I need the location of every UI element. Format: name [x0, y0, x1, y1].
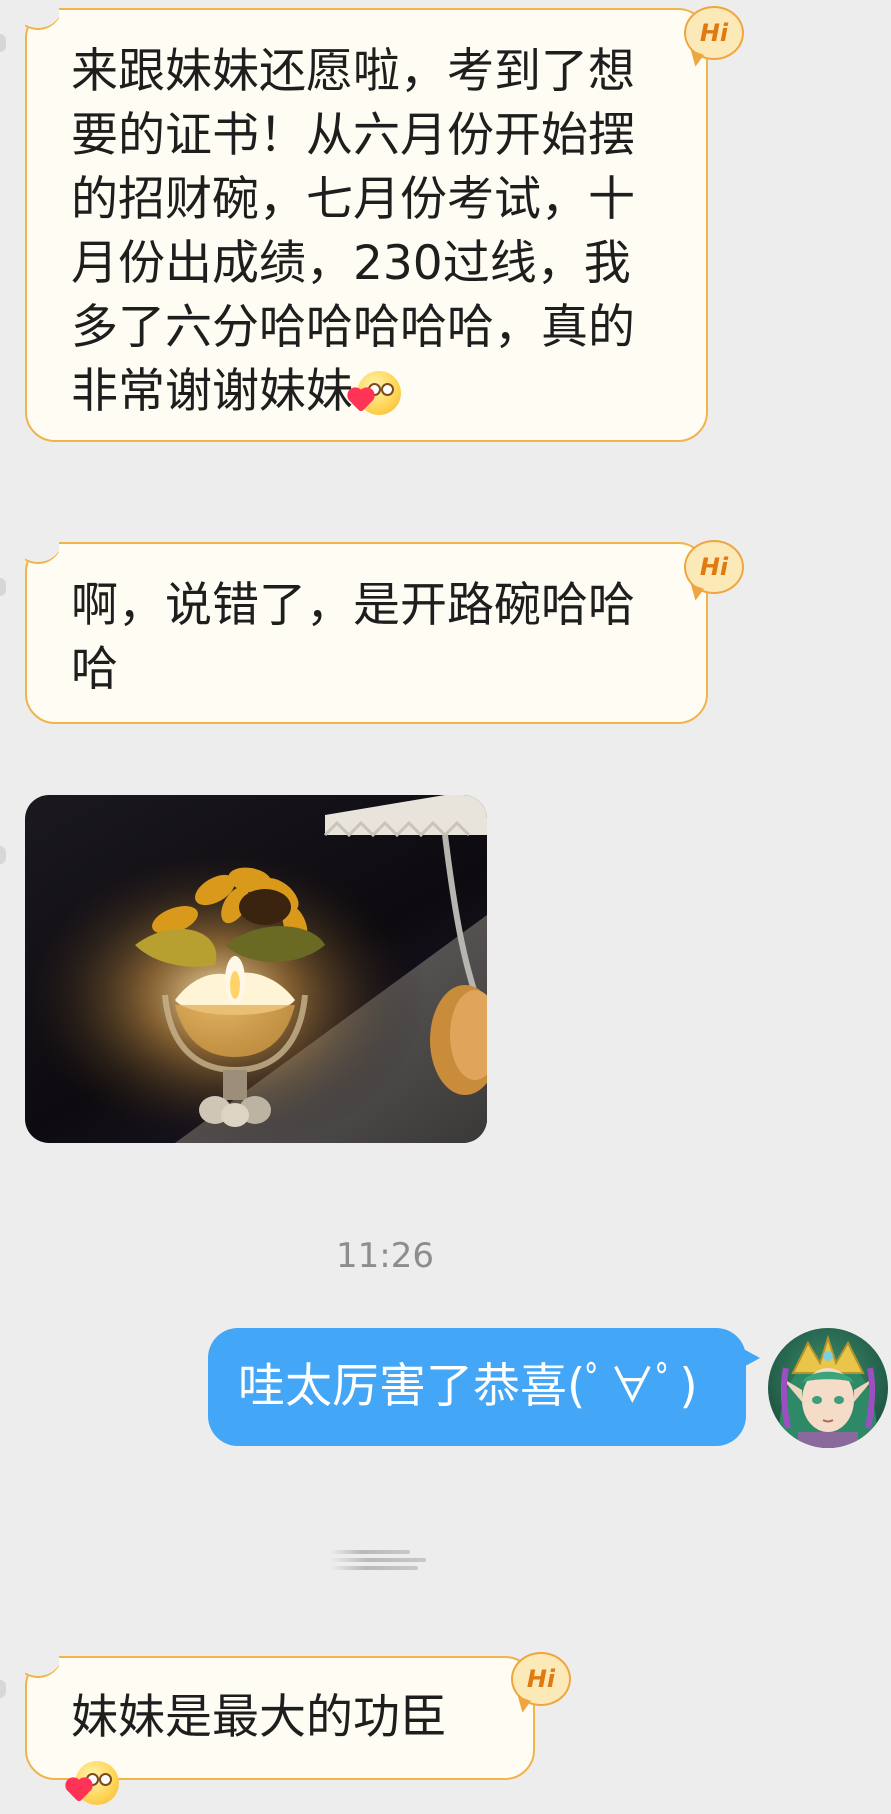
hi-greeting-badge-icon: Hi: [511, 1652, 571, 1706]
photo-illustration: [25, 795, 487, 1143]
left-edge-avatar-fragment: [0, 1680, 6, 1698]
incoming-message-bubble[interactable]: 妹妹是最大的功臣: [25, 1656, 535, 1805]
message-text: 哇太厉害了恭喜(ﾟ∀ﾟ): [238, 1359, 698, 1414]
message-timestamp: 11:26: [336, 1236, 434, 1276]
message-text: 妹妹是最大的功臣: [71, 1690, 447, 1745]
outgoing-message-bubble[interactable]: 哇太厉害了恭喜(ﾟ∀ﾟ): [208, 1328, 760, 1446]
bubble-tail: [25, 542, 59, 568]
hi-greeting-badge-icon: Hi: [684, 6, 744, 60]
shy-heart-emoji-icon: [349, 371, 401, 415]
green-haired-elf-avatar-icon[interactable]: [768, 1328, 888, 1448]
left-edge-avatar-fragment: [0, 846, 6, 864]
left-edge-avatar-fragment: [0, 578, 6, 596]
recalled-message-notice: [330, 1548, 430, 1574]
incoming-message-bubble[interactable]: 啊，说错了，是开路碗哈哈哈: [25, 542, 708, 724]
incoming-message-bubble[interactable]: 来跟妹妹还愿啦，考到了想要的证书！从六月份开始摆的招财碗，七月份考试，十月份出成…: [25, 8, 708, 442]
message-text: 啊，说错了，是开路碗哈哈哈: [71, 578, 635, 697]
bubble-tail: [25, 8, 59, 34]
hi-greeting-badge-icon: Hi: [684, 540, 744, 594]
candle-sunflower-photo[interactable]: [25, 795, 487, 1143]
bubble-tail: [25, 1656, 59, 1682]
avatar-illustration: [778, 1334, 878, 1448]
left-edge-avatar-fragment: [0, 34, 6, 52]
message-text: 来跟妹妹还愿啦，考到了想要的证书！从六月份开始摆的招财碗，七月份考试，十月份出成…: [71, 44, 635, 419]
shy-heart-emoji-icon: [67, 1761, 119, 1805]
